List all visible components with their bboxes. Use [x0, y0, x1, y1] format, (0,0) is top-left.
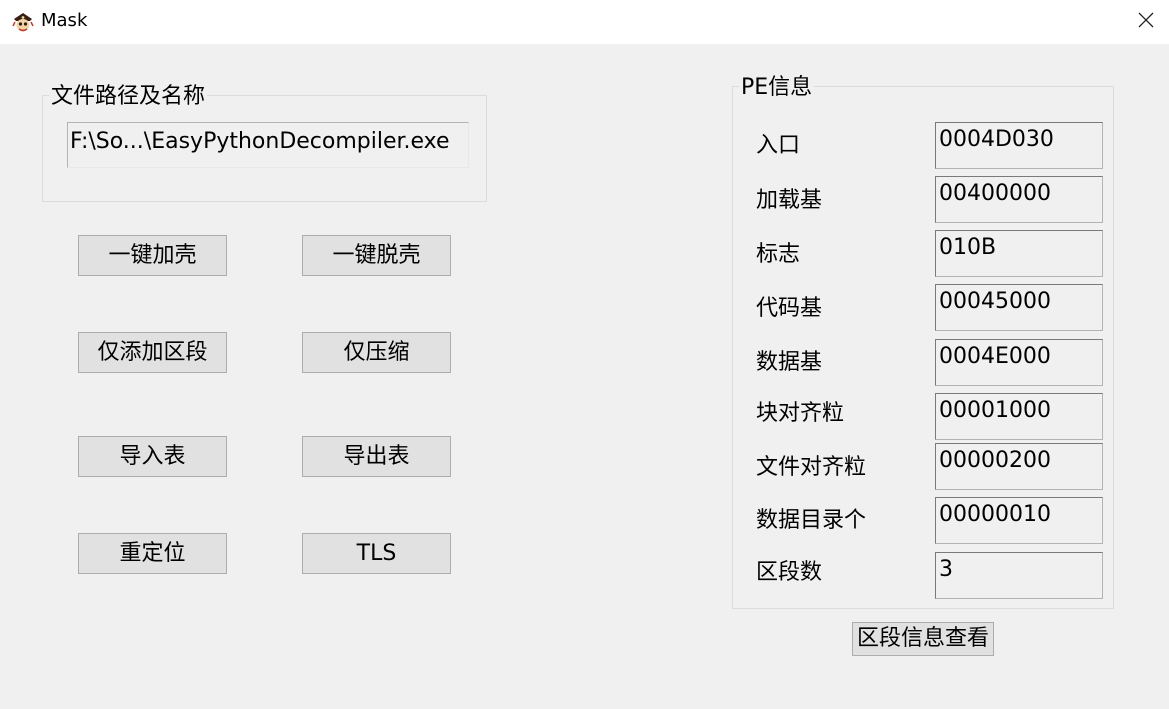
pe-label-section-count: 区段数 — [756, 560, 823, 585]
file-path-group-label: 文件路径及名称 — [49, 84, 208, 110]
pe-label-section-alignment: 块对齐粒 — [756, 401, 845, 426]
pe-label-code-base: 代码基 — [756, 296, 823, 321]
export-table-button[interactable]: 导出表 — [302, 436, 451, 477]
add-section-button[interactable]: 仅添加区段 — [78, 332, 227, 373]
pirate-skull-icon — [11, 10, 35, 34]
window-title: Mask — [41, 10, 88, 31]
view-section-info-button[interactable]: 区段信息查看 — [852, 622, 994, 656]
pe-info-group-label: PE信息 — [739, 75, 815, 101]
import-table-button[interactable]: 导入表 — [78, 436, 227, 477]
pe-label-data-base: 数据基 — [756, 350, 823, 375]
pe-value-section-alignment[interactable]: 00001000 — [935, 393, 1103, 440]
pack-button[interactable]: 一键加壳 — [78, 235, 227, 276]
pe-value-data-directories[interactable]: 00000010 — [935, 497, 1103, 544]
pe-label-entry: 入口 — [756, 133, 801, 158]
pe-label-data-directories: 数据目录个 — [756, 508, 867, 533]
pe-label-flags: 标志 — [756, 242, 801, 267]
pe-value-data-base[interactable]: 0004E000 — [935, 339, 1103, 386]
pe-value-entry[interactable]: 0004D030 — [935, 122, 1103, 169]
pe-value-code-base[interactable]: 00045000 — [935, 284, 1103, 331]
pe-value-section-count[interactable]: 3 — [935, 552, 1103, 599]
unpack-button[interactable]: 一键脱壳 — [302, 235, 451, 276]
relocation-button[interactable]: 重定位 — [78, 533, 227, 574]
pe-label-file-alignment: 文件对齐粒 — [756, 455, 867, 480]
compress-button[interactable]: 仅压缩 — [302, 332, 451, 373]
tls-button[interactable]: TLS — [302, 533, 451, 574]
pe-value-file-alignment[interactable]: 00000200 — [935, 443, 1103, 490]
pe-label-image-base: 加载基 — [756, 188, 823, 213]
pe-value-flags[interactable]: 010B — [935, 230, 1103, 277]
close-button[interactable] — [1122, 0, 1169, 44]
close-icon — [1138, 12, 1154, 32]
pe-value-image-base[interactable]: 00400000 — [935, 176, 1103, 223]
title-bar: Mask — [0, 0, 1169, 44]
file-path-field[interactable]: F:\So...\EasyPythonDecompiler.exe — [67, 122, 469, 168]
